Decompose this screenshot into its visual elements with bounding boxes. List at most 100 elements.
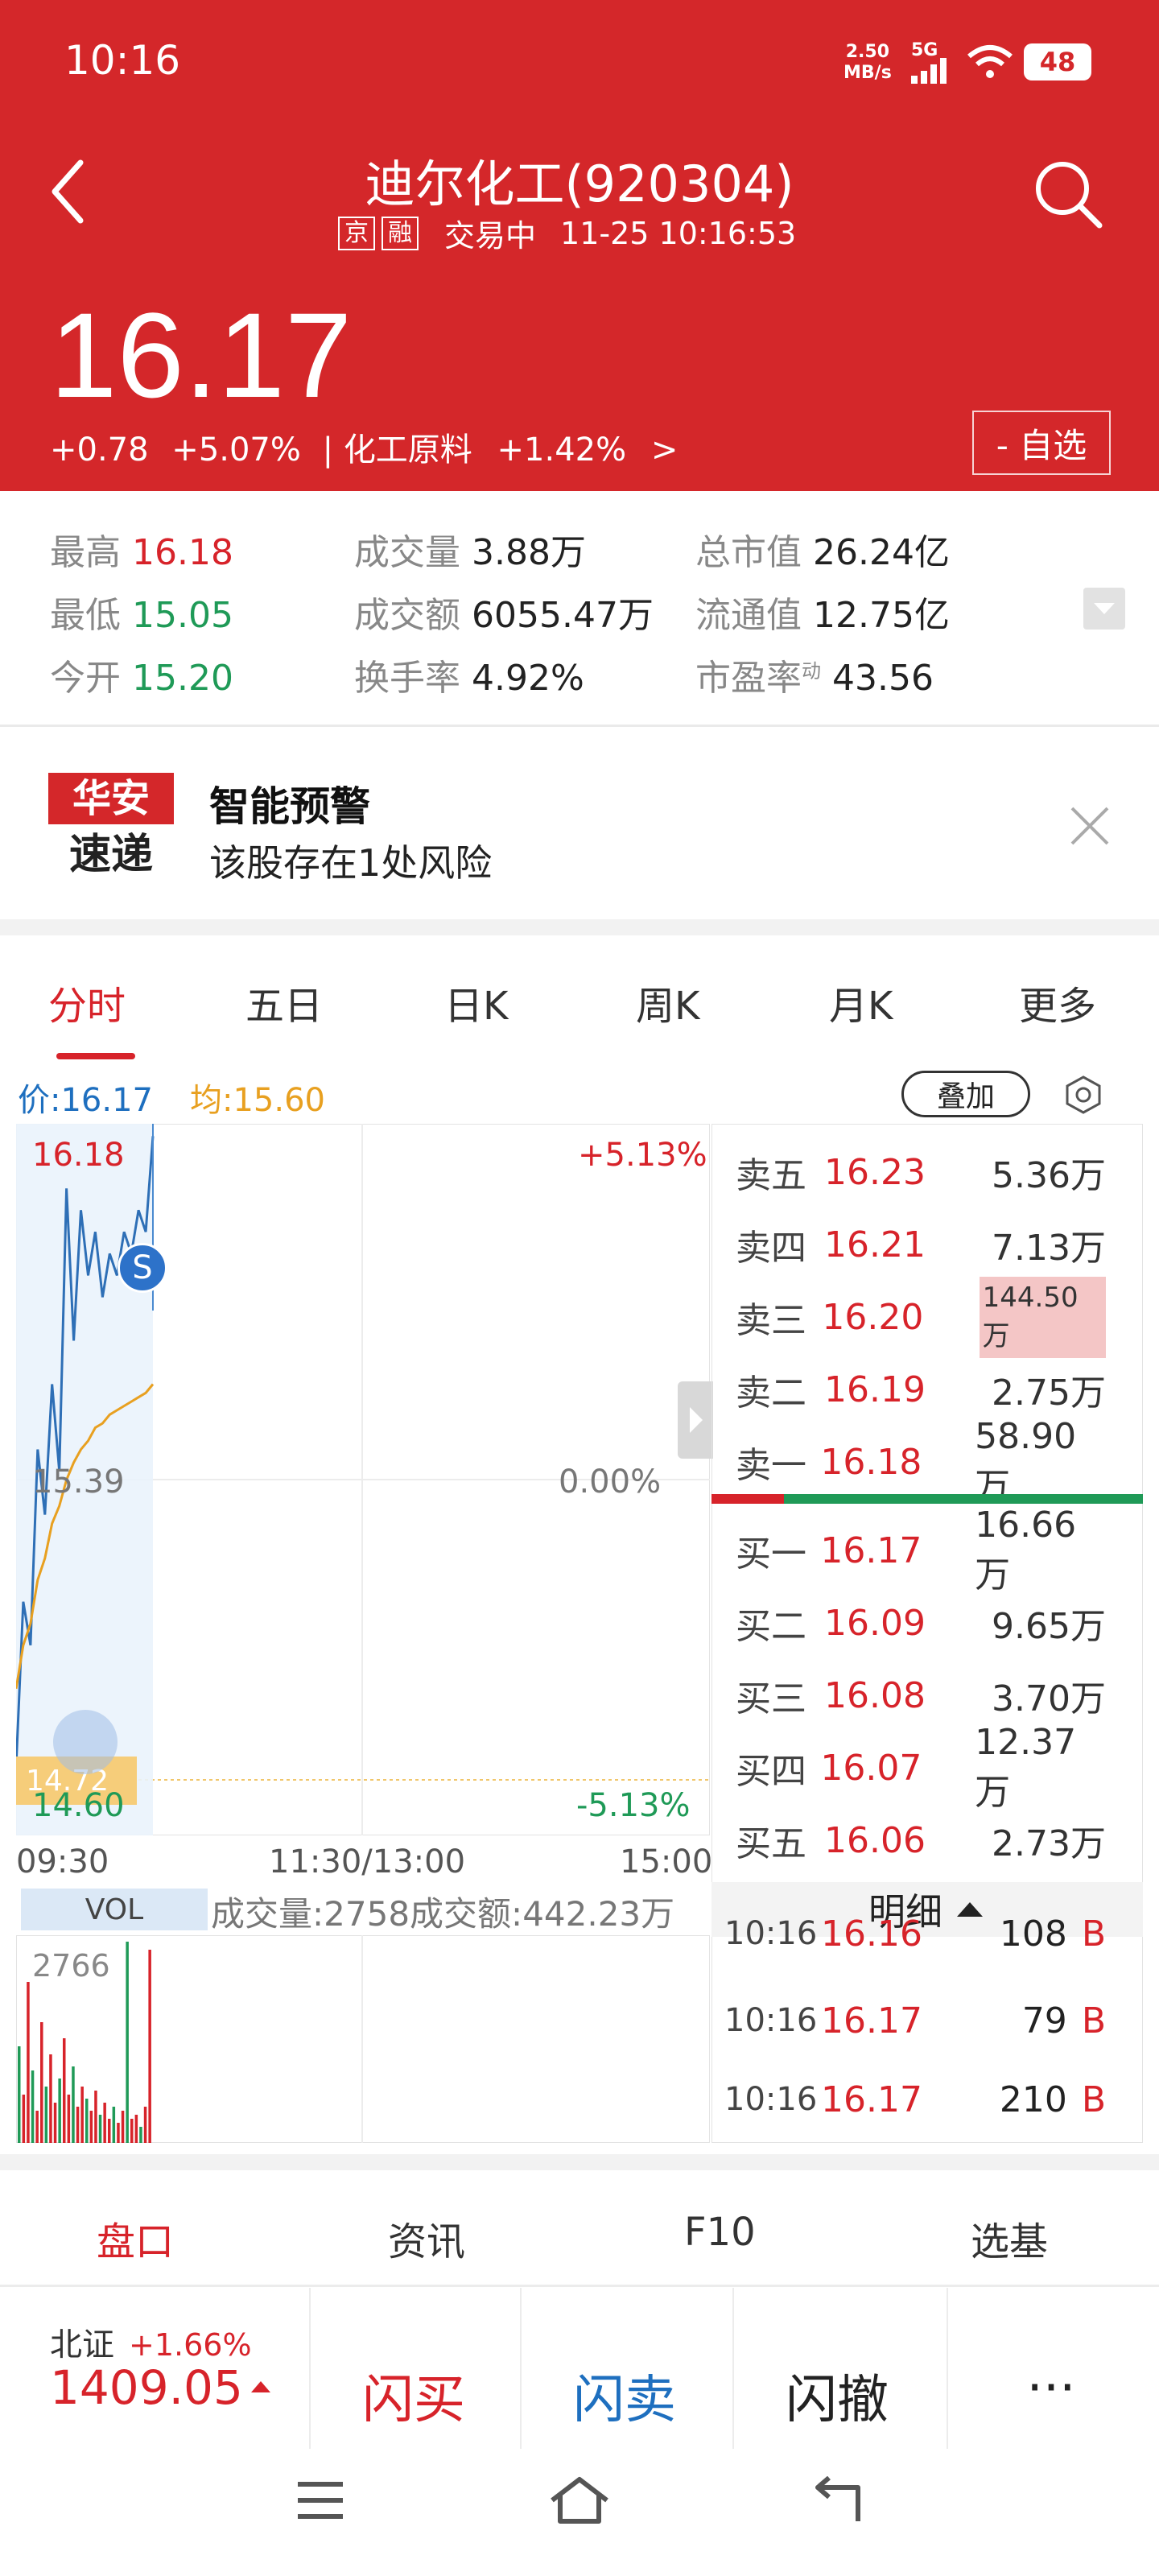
wifi-icon bbox=[967, 45, 1013, 78]
expand-stats-icon[interactable] bbox=[1083, 588, 1125, 630]
ask-volume: 2.75万 bbox=[992, 1373, 1106, 1414]
trade-time: 10:16 bbox=[724, 1915, 818, 1952]
ask-level-label: 卖三 bbox=[736, 1300, 806, 1341]
quick-cancel-button[interactable]: 闪撤 bbox=[732, 2359, 942, 2433]
price-change-pct: +5.07% bbox=[171, 431, 301, 469]
tab-daily-k[interactable]: 日K bbox=[444, 974, 508, 1030]
bid-ratio-bar bbox=[784, 1494, 1143, 1504]
bid-volume: 12.37万 bbox=[975, 1721, 1077, 1813]
tab-order-book[interactable]: 盘口 bbox=[97, 2210, 174, 2266]
stat-open: 今开 15.20 bbox=[50, 658, 233, 699]
section-gap bbox=[0, 2154, 1159, 2170]
banner-logo-bottom: 速递 bbox=[68, 831, 153, 879]
volume-bar bbox=[130, 2119, 134, 2143]
volume-bar bbox=[27, 1982, 30, 2143]
section-gap bbox=[0, 919, 1159, 935]
alert-title[interactable]: 智能预警 bbox=[209, 774, 370, 832]
expand-panel-icon[interactable] bbox=[678, 1381, 713, 1459]
tab-f10[interactable]: F10 bbox=[684, 2210, 756, 2255]
bid-price: 16.08 bbox=[824, 1674, 926, 1716]
divider bbox=[0, 2285, 1159, 2287]
volume-bar bbox=[22, 2095, 26, 2143]
trade-status: 交易中 bbox=[444, 218, 537, 254]
ask-level-label: 卖四 bbox=[736, 1228, 806, 1269]
bid-row[interactable]: 买五 16.06 2.73万 bbox=[724, 1803, 1119, 1877]
chart-bottom-price: 14.60 bbox=[32, 1787, 125, 1824]
bid-level-label: 买二 bbox=[736, 1606, 806, 1647]
vol-indicator-button[interactable]: VOL bbox=[21, 1889, 208, 1930]
stock-title: 迪尔化工(920304) bbox=[365, 155, 794, 213]
volume-bar bbox=[112, 2107, 116, 2143]
trade-side: B bbox=[1081, 2000, 1106, 2041]
ask-price: 16.19 bbox=[824, 1368, 926, 1410]
bid-row[interactable]: 买二 16.09 9.65万 bbox=[724, 1586, 1119, 1660]
overlay-button[interactable]: 叠加 bbox=[901, 1071, 1030, 1117]
battery-icon: 48 bbox=[1024, 43, 1091, 80]
volume-chart bbox=[18, 1935, 363, 2143]
volume-bar bbox=[67, 2095, 71, 2143]
ask-row[interactable]: 卖四 16.21 7.13万 bbox=[724, 1208, 1119, 1282]
bid-row[interactable]: 买一 16.17 16.66万 bbox=[724, 1505, 1119, 1596]
chevron-right-icon: > bbox=[650, 431, 678, 469]
trade-time: 10:16 bbox=[724, 2081, 818, 2118]
volume-bar bbox=[53, 2103, 57, 2143]
volume-bar bbox=[63, 2038, 66, 2143]
sell-signal-marker[interactable]: S bbox=[118, 1243, 167, 1293]
fullscreen-icon[interactable] bbox=[53, 1710, 118, 1774]
tab-intraday[interactable]: 分时 bbox=[48, 974, 126, 1030]
price-change: +0.78 bbox=[50, 431, 149, 469]
tab-five-day[interactable]: 五日 bbox=[245, 974, 323, 1030]
alert-text[interactable]: 该股存在1处风险 bbox=[209, 834, 492, 887]
ask-row[interactable]: 卖五 16.23 5.36万 bbox=[724, 1135, 1119, 1209]
settings-icon[interactable] bbox=[1062, 1074, 1104, 1116]
time-end: 15:00 bbox=[620, 1843, 713, 1880]
watchlist-button[interactable]: - 自选 bbox=[972, 411, 1111, 475]
time-start: 09:30 bbox=[16, 1843, 109, 1880]
ask-volume: 5.36万 bbox=[992, 1155, 1106, 1196]
ask-volume: 144.50万 bbox=[979, 1276, 1106, 1358]
tab-more[interactable]: 更多 bbox=[1019, 974, 1096, 1030]
bid-level-label: 买一 bbox=[736, 1534, 806, 1575]
trade-time: 10:16 bbox=[724, 2002, 818, 2039]
tab-weekly-k[interactable]: 周K bbox=[636, 974, 699, 1030]
chart-price-label: 价:16.17 bbox=[18, 1082, 153, 1119]
more-actions-button[interactable]: ··· bbox=[947, 2359, 1156, 2418]
volume-bar bbox=[58, 2079, 61, 2143]
margin-tag: 融 bbox=[382, 216, 419, 250]
menu-icon[interactable] bbox=[295, 2478, 346, 2523]
back-nav-icon[interactable] bbox=[810, 2476, 866, 2524]
network-speed: 2.50 MB/s bbox=[843, 42, 892, 83]
active-tab-indicator bbox=[56, 1053, 135, 1059]
close-icon[interactable] bbox=[1067, 803, 1112, 848]
bid-level-label: 买四 bbox=[736, 1751, 806, 1792]
ask-row[interactable]: 卖一 16.18 58.90万 bbox=[724, 1416, 1119, 1507]
sector-name[interactable]: 化工原料 bbox=[344, 431, 472, 469]
volume-bar bbox=[85, 2099, 89, 2143]
quick-sell-button[interactable]: 闪卖 bbox=[520, 2359, 729, 2433]
bid-volume: 3.70万 bbox=[992, 1678, 1106, 1719]
bid-level-label: 买五 bbox=[736, 1823, 806, 1864]
stat-mktcap: 总市值 26.24亿 bbox=[695, 532, 950, 573]
tab-news[interactable]: 资讯 bbox=[388, 2210, 465, 2266]
search-icon[interactable] bbox=[1032, 158, 1104, 230]
bid-volume: 2.73万 bbox=[992, 1823, 1106, 1864]
bid-volume: 16.66万 bbox=[975, 1504, 1077, 1596]
banner-logo-top: 华安 bbox=[48, 773, 174, 824]
tab-fund-select[interactable]: 选基 bbox=[971, 2210, 1048, 2266]
stat-pe: 市盈率动 43.56 bbox=[695, 658, 934, 699]
ask-row[interactable]: 卖三 16.20 144.50万 bbox=[724, 1276, 1119, 1358]
volume-bar bbox=[98, 2115, 102, 2143]
volume-bar bbox=[31, 2070, 35, 2143]
index-value: 1409.05 bbox=[50, 2360, 243, 2415]
stat-low: 最低 15.05 bbox=[50, 595, 233, 636]
bid-level-label: 买三 bbox=[736, 1678, 806, 1719]
bid-row[interactable]: 买四 16.07 12.37万 bbox=[724, 1722, 1119, 1813]
tab-monthly-k[interactable]: 月K bbox=[829, 974, 893, 1030]
volume-bar bbox=[40, 2022, 43, 2143]
index-name[interactable]: 北证 +1.66% bbox=[50, 2318, 252, 2365]
ask-level-label: 卖五 bbox=[736, 1155, 806, 1196]
volume-bar bbox=[126, 1942, 129, 2143]
stock-subline: 京 融 交易中 11-25 10:16:53 bbox=[338, 211, 796, 255]
home-icon[interactable] bbox=[547, 2475, 612, 2526]
quick-buy-button[interactable]: 闪买 bbox=[309, 2359, 518, 2433]
